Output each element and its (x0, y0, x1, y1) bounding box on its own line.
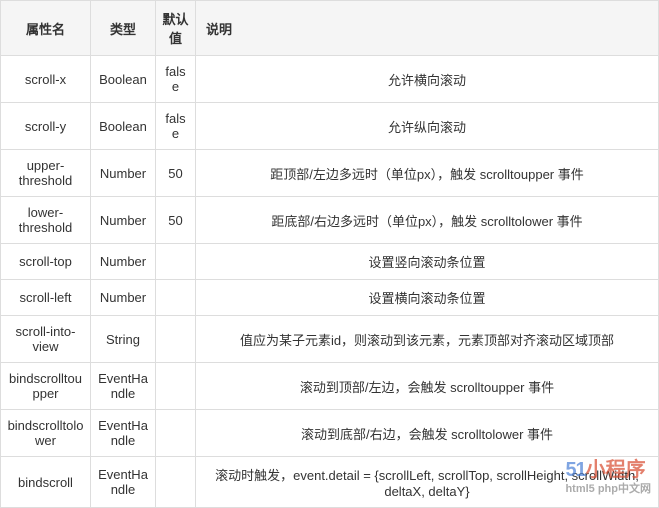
cell-default: false (156, 103, 196, 150)
cell-name: scroll-x (1, 56, 91, 103)
cell-default (156, 457, 196, 508)
properties-table: 属性名 类型 默认值 说明 scroll-xBooleanfalse允许横向滚动… (0, 0, 659, 508)
table-body: scroll-xBooleanfalse允许横向滚动scroll-yBoolea… (1, 56, 659, 508)
table-row: lower-thresholdNumber50距底部/右边多远时（单位px），触… (1, 197, 659, 244)
cell-desc: 值应为某子元素id，则滚动到该元素，元素顶部对齐滚动区域顶部 (196, 316, 659, 363)
table-row: scroll-xBooleanfalse允许横向滚动 (1, 56, 659, 103)
cell-name: bindscrolltoupper (1, 363, 91, 410)
cell-type: Number (91, 244, 156, 280)
cell-type: String (91, 316, 156, 363)
cell-desc: 设置横向滚动条位置 (196, 280, 659, 316)
table-row: bindscrolltolowerEventHandle 滚动到底部/右边，会触发… (1, 410, 659, 457)
cell-name: upper-threshold (1, 150, 91, 197)
table-row: scroll-yBooleanfalse允许纵向滚动 (1, 103, 659, 150)
cell-type: EventHandle (91, 410, 156, 457)
cell-desc: 滚动到底部/右边，会触发 scrolltolower 事件 (196, 410, 659, 457)
cell-type: Boolean (91, 56, 156, 103)
cell-default (156, 410, 196, 457)
cell-default (156, 363, 196, 410)
cell-desc: 滚动时触发，event.detail = {scrollLeft, scroll… (196, 457, 659, 508)
cell-default: false (156, 56, 196, 103)
cell-name: scroll-y (1, 103, 91, 150)
header-default: 默认值 (156, 1, 196, 56)
cell-default (156, 244, 196, 280)
cell-name: scroll-left (1, 280, 91, 316)
table-row: upper-thresholdNumber50距顶部/左边多远时（单位px），触… (1, 150, 659, 197)
cell-name: lower-threshold (1, 197, 91, 244)
table-row: scroll-topNumber 设置竖向滚动条位置 (1, 244, 659, 280)
cell-desc: 距顶部/左边多远时（单位px），触发 scrolltoupper 事件 (196, 150, 659, 197)
cell-desc: 滚动到顶部/左边，会触发 scrolltoupper 事件 (196, 363, 659, 410)
header-type: 类型 (91, 1, 156, 56)
header-desc: 说明 (196, 1, 659, 56)
cell-default (156, 280, 196, 316)
table-row: scroll-into-viewString 值应为某子元素id，则滚动到该元素，… (1, 316, 659, 363)
table-row: scroll-leftNumber 设置横向滚动条位置 (1, 280, 659, 316)
table-row: bindscrolltoupperEventHandle 滚动到顶部/左边，会触发… (1, 363, 659, 410)
cell-default: 50 (156, 150, 196, 197)
cell-type: Boolean (91, 103, 156, 150)
cell-desc: 允许纵向滚动 (196, 103, 659, 150)
cell-type: EventHandle (91, 457, 156, 508)
cell-type: Number (91, 197, 156, 244)
cell-desc: 允许横向滚动 (196, 56, 659, 103)
cell-type: Number (91, 150, 156, 197)
header-name: 属性名 (1, 1, 91, 56)
table-header-row: 属性名 类型 默认值 说明 (1, 1, 659, 56)
cell-name: scroll-into-view (1, 316, 91, 363)
cell-name: bindscroll (1, 457, 91, 508)
cell-desc: 距底部/右边多远时（单位px），触发 scrolltolower 事件 (196, 197, 659, 244)
cell-desc: 设置竖向滚动条位置 (196, 244, 659, 280)
cell-type: EventHandle (91, 363, 156, 410)
cell-default: 50 (156, 197, 196, 244)
cell-type: Number (91, 280, 156, 316)
table-row: bindscrollEventHandle 滚动时触发，event.detail … (1, 457, 659, 508)
cell-name: scroll-top (1, 244, 91, 280)
cell-name: bindscrolltolower (1, 410, 91, 457)
cell-default (156, 316, 196, 363)
